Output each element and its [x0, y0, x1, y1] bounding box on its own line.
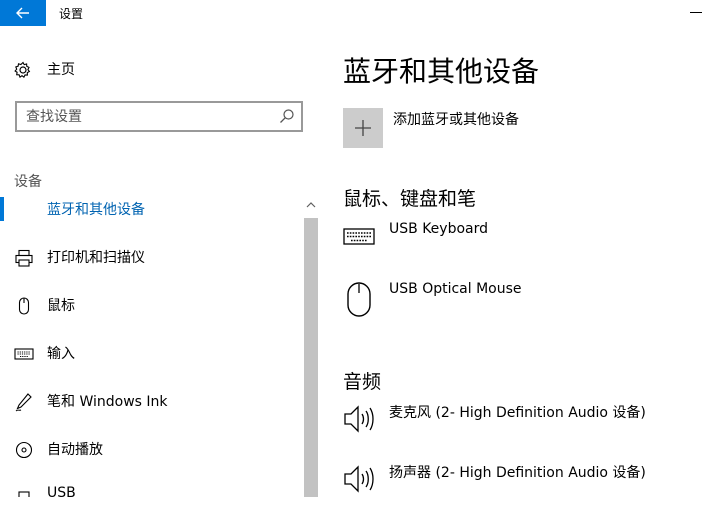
main-content: 蓝牙和其他设备 添加蓝牙或其他设备 鼠标、键盘和笔 USB Keyboard U…: [319, 26, 706, 497]
sidebar-item-label: 笔和 Windows Ink: [47, 394, 168, 410]
usb-icon: [18, 491, 30, 497]
search-icon[interactable]: [279, 108, 295, 124]
device-name: 扬声器 (2- High Definition Audio 设备): [389, 465, 646, 481]
sidebar-item-bluetooth[interactable]: 蓝牙和其他设备: [0, 187, 302, 233]
sidebar-item-label: 鼠标: [47, 298, 75, 314]
sidebar-item-label: USB: [47, 485, 76, 497]
sidebar-item-pen[interactable]: 笔和 Windows Ink: [0, 379, 302, 425]
mouse-icon: [18, 297, 30, 315]
keyboard-icon: [14, 348, 34, 360]
add-device-label[interactable]: 添加蓝牙或其他设备: [393, 109, 519, 129]
app-title: 设置: [59, 7, 84, 21]
sidebar: 主页 设备 蓝牙和其他设备 打印机和扫描仪 鼠标 输入: [0, 26, 319, 497]
mouse-icon: [347, 282, 371, 317]
search-box[interactable]: [15, 101, 303, 132]
speaker-icon: [344, 465, 374, 493]
device-speaker[interactable]: 扬声器 (2- High Definition Audio 设备): [343, 462, 693, 512]
active-indicator: [0, 197, 4, 221]
back-button[interactable]: [0, 0, 46, 26]
home-label: 主页: [47, 62, 75, 78]
title-bar: 设置: [0, 0, 706, 26]
device-usb-keyboard[interactable]: USB Keyboard: [343, 221, 693, 271]
device-name: USB Keyboard: [389, 221, 488, 237]
minimize-icon[interactable]: [690, 12, 702, 13]
group-heading: 音频: [343, 371, 382, 393]
back-arrow-icon: [16, 7, 29, 19]
search-input[interactable]: [17, 103, 267, 130]
autoplay-icon: [15, 441, 33, 459]
sidebar-item-label: 输入: [47, 346, 75, 362]
sidebar-item-mouse[interactable]: 鼠标: [0, 283, 302, 329]
device-name: USB Optical Mouse: [389, 281, 522, 297]
group-heading: 鼠标、键盘和笔: [343, 188, 477, 210]
scrollbar-thumb[interactable]: [304, 218, 318, 497]
sidebar-item-usb[interactable]: USB: [0, 473, 302, 497]
printer-icon: [15, 249, 33, 267]
sidebar-item-typing[interactable]: 输入: [0, 331, 302, 377]
pen-icon: [15, 393, 32, 412]
sidebar-item-printers[interactable]: 打印机和扫描仪: [0, 235, 302, 281]
add-device-button[interactable]: [343, 108, 383, 148]
keyboard-icon: [343, 228, 375, 245]
plus-icon: [355, 120, 371, 136]
sidebar-item-label: 自动播放: [47, 442, 103, 458]
sidebar-scrollbar[interactable]: [303, 197, 319, 497]
scroll-up-icon[interactable]: [303, 197, 319, 213]
speaker-icon: [344, 405, 374, 433]
sidebar-item-autoplay[interactable]: 自动播放: [0, 427, 302, 473]
device-usb-optical-mouse[interactable]: USB Optical Mouse: [343, 281, 693, 331]
sidebar-item-label: 蓝牙和其他设备: [47, 202, 145, 218]
device-name: 麦克风 (2- High Definition Audio 设备): [389, 405, 646, 421]
sidebar-item-label: 打印机和扫描仪: [47, 250, 145, 266]
device-microphone[interactable]: 麦克风 (2- High Definition Audio 设备): [343, 402, 693, 452]
gear-icon: [14, 61, 31, 79]
page-title: 蓝牙和其他设备: [343, 55, 540, 88]
